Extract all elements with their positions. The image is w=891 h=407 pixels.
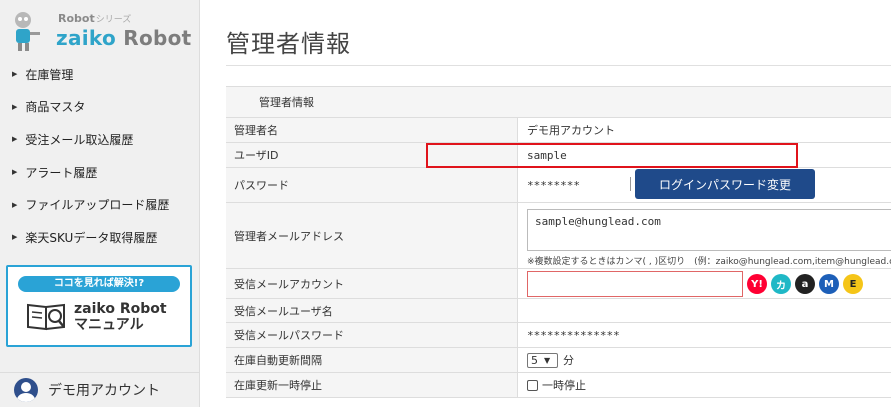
- makeshop-icon[interactable]: M: [819, 274, 839, 294]
- sidebar-item-inventory[interactable]: ▶ 在庫管理: [0, 58, 200, 91]
- row-label: 受信メールパスワード: [226, 323, 518, 347]
- title-divider: [226, 65, 891, 66]
- row-label: 管理者メールアドレス: [226, 203, 518, 268]
- yahoo-icon[interactable]: Y!: [747, 274, 767, 294]
- row-recv-user: 受信メールユーザ名: [226, 299, 891, 323]
- recv-account-cell: Y! カ a M E: [518, 269, 891, 298]
- manual-headline: ココを見れば解決!?: [18, 276, 180, 292]
- sidebar-nav: ▶ 在庫管理 ▶ 商品マスタ ▶ 受注メール取込履歴 ▶ アラート履歴 ▶ ファイルアップ…: [0, 58, 200, 254]
- email-help-note: ※複数設定するときはカンマ( , )区切り (例：zaiko@hunglead.…: [527, 257, 891, 267]
- admin-email-textarea[interactable]: sample@hunglead.com: [527, 209, 891, 251]
- separator: [630, 177, 631, 191]
- triangle-right-icon: ▶: [12, 233, 18, 242]
- sidebar-item-file-upload-history[interactable]: ▶ ファイルアップロード履歴: [0, 188, 200, 221]
- row-label: 受信メールアカウント: [226, 269, 518, 298]
- sidebar-item-rakuten-sku-history[interactable]: ▶ 楽天SKUデータ取得履歴: [0, 221, 200, 254]
- main-content: 管理者情報 管理者情報 管理者名 デモ用アカウント ユーザID sample パ…: [200, 0, 891, 407]
- row-label: 在庫更新一時停止: [226, 373, 518, 397]
- pause-cell: 一時停止: [518, 373, 891, 397]
- row-recv-password: 受信メールパスワード **************: [226, 323, 891, 348]
- row-label: 管理者名: [226, 118, 518, 142]
- kakaku-icon[interactable]: カ: [771, 274, 791, 294]
- triangle-right-icon: ▶: [12, 200, 18, 209]
- sidebar-item-label: アラート履歴: [25, 165, 98, 180]
- sidebar-item-label: 在庫管理: [25, 67, 74, 82]
- recv-password-value: **************: [527, 328, 620, 342]
- row-auto-update: 在庫自動更新間隔 5 ▼ 分: [226, 348, 891, 373]
- change-login-password-button[interactable]: ログインパスワード変更: [635, 169, 815, 199]
- account-name: デモ用アカウント: [48, 383, 160, 399]
- row-recv-account: 受信メールアカウント Y! カ a M E: [226, 269, 891, 299]
- app-logo[interactable]: Robotシリーズ zaiko Robot: [8, 8, 193, 54]
- sidebar-item-order-mail-history[interactable]: ▶ 受注メール取込履歴: [0, 123, 200, 156]
- row-pause: 在庫更新一時停止 一時停止: [226, 373, 891, 398]
- sidebar-item-label: 楽天SKUデータ取得履歴: [25, 230, 158, 245]
- logo-robot-series: Robotシリーズ: [58, 12, 132, 25]
- interval-unit: 分: [563, 354, 574, 367]
- triangle-right-icon: ▶: [12, 70, 18, 79]
- auto-update-cell: 5 ▼ 分: [518, 348, 891, 372]
- ebay-e-icon[interactable]: E: [843, 274, 863, 294]
- row-admin-email: 管理者メールアドレス sample@hunglead.com ※複数設定するとき…: [226, 203, 891, 269]
- admin-name-value: デモ用アカウント: [527, 124, 615, 137]
- update-interval-select[interactable]: 5 ▼: [527, 352, 558, 368]
- avatar-icon: [14, 378, 38, 402]
- mail-service-icons: Y! カ a M E: [747, 274, 863, 294]
- sidebar-item-label: 商品マスタ: [25, 100, 86, 115]
- admin-info-table: 管理者情報 管理者名 デモ用アカウント ユーザID sample パスワード *…: [226, 86, 891, 398]
- amazon-icon[interactable]: a: [795, 274, 815, 294]
- book-magnifier-icon: [27, 303, 65, 331]
- chevron-down-icon: ▼: [544, 355, 551, 365]
- pause-checkbox[interactable]: [527, 379, 538, 391]
- row-admin-name: 管理者名 デモ用アカウント: [226, 118, 891, 143]
- user-id-value: sample: [527, 148, 567, 162]
- sidebar-item-label: 受注メール取込履歴: [25, 132, 134, 147]
- admin-email-cell: sample@hunglead.com ※複数設定するときはカンマ( , )区切…: [518, 203, 891, 268]
- page-title: 管理者情報: [226, 30, 351, 58]
- triangle-right-icon: ▶: [12, 102, 18, 111]
- triangle-right-icon: ▶: [12, 168, 18, 177]
- account-menu[interactable]: デモ用アカウント: [0, 372, 200, 407]
- robot-logo-icon: [15, 12, 40, 51]
- section-header: 管理者情報: [226, 87, 891, 118]
- password-value: ********: [527, 178, 580, 192]
- row-password: パスワード ******** ログインパスワード変更: [226, 168, 891, 203]
- password-cell: ******** ログインパスワード変更: [518, 168, 891, 202]
- logo-brand: zaiko Robot: [56, 26, 192, 50]
- sidebar: Robotシリーズ zaiko Robot ▶ 在庫管理 ▶ 商品マスタ ▶ 受注メー…: [0, 0, 200, 407]
- sidebar-item-alert-history[interactable]: ▶ アラート履歴: [0, 156, 200, 189]
- row-label: パスワード: [226, 168, 518, 202]
- row-label: ユーザID: [226, 143, 518, 167]
- recv-user-value: [518, 299, 891, 322]
- row-label: 在庫自動更新間隔: [226, 348, 518, 372]
- triangle-right-icon: ▶: [12, 135, 18, 144]
- sidebar-item-product-master[interactable]: ▶ 商品マスタ: [0, 91, 200, 124]
- sidebar-item-label: ファイルアップロード履歴: [25, 198, 170, 213]
- recv-account-input[interactable]: [527, 271, 743, 297]
- row-label: 受信メールユーザ名: [226, 299, 518, 322]
- manual-title: zaiko Robot マニュアル: [74, 301, 167, 333]
- row-user-id: ユーザID sample: [226, 143, 891, 168]
- manual-banner[interactable]: ココを見れば解決!? zaiko Robot マニュアル: [6, 265, 192, 347]
- pause-checkbox-label: 一時停止: [542, 379, 586, 392]
